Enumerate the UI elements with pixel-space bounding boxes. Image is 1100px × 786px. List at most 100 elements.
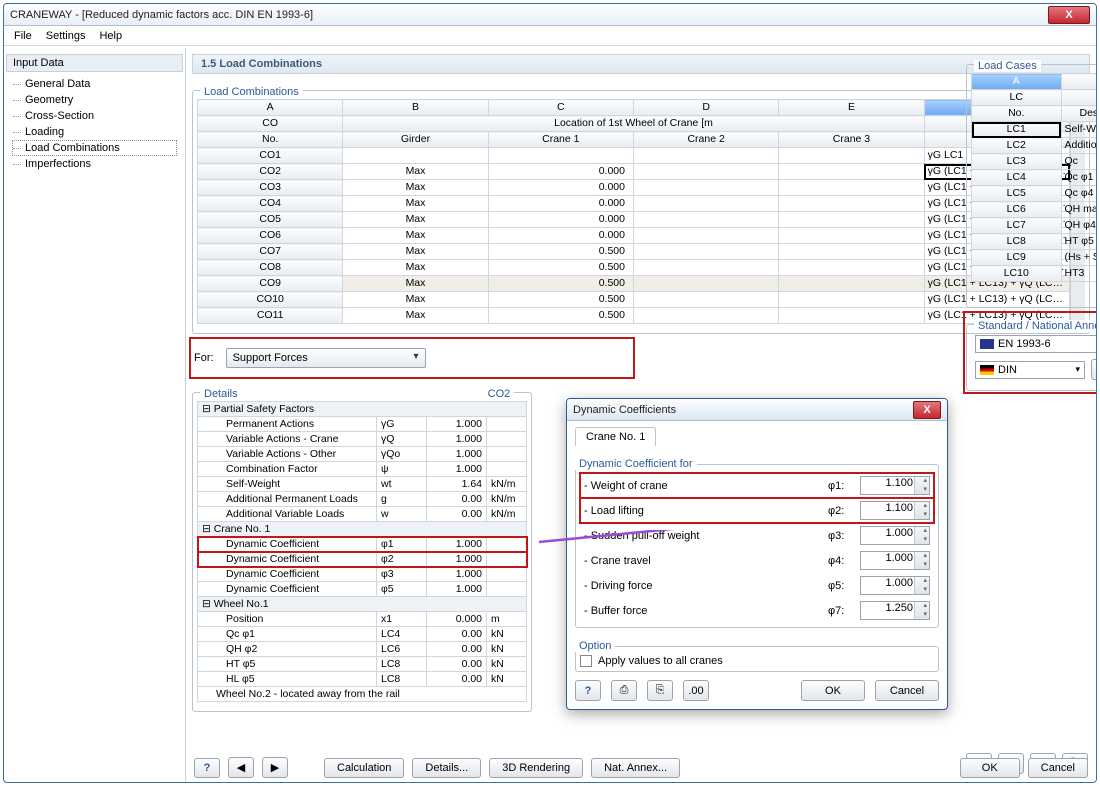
table-row[interactable]: LC1Self-Weight + Additional Permanent Lo… (972, 122, 1098, 138)
nav-item-geometry[interactable]: Geometry (12, 92, 177, 108)
load-combinations-title: Load Combinations (200, 86, 303, 98)
table-row[interactable]: CO2Max0.000γG (LC1 + LC4) + γQ (LC6 + LC… (198, 164, 1070, 180)
menu-file[interactable]: File (14, 30, 32, 42)
coef-spinner[interactable]: 1.000 (860, 526, 930, 545)
standard-combo[interactable]: EN 1993-6 (975, 335, 1097, 353)
table-row[interactable]: CO5Max0.000γG (LC1 + LC5) + γQ (LC7 + LC… (198, 212, 1070, 228)
coef-spinner[interactable]: 1.000 (860, 576, 930, 595)
details-title: DetailsCO2 (200, 388, 514, 400)
load-cases-title: Load Cases (974, 60, 1041, 72)
load-combinations-group: Load Combinations ABCDEFCOLocation of 1s… (192, 80, 1090, 334)
coef-row: - Sudden pull-off weightφ3:1.000 (580, 523, 934, 548)
table-row[interactable]: Dynamic Coefficientφ21.000 (198, 552, 527, 567)
dialog-cancel-button[interactable]: Cancel (875, 680, 939, 701)
table-row[interactable]: CO9Max0.500γG (LC1 + LC13) + γQ (LC15 + … (198, 276, 1070, 292)
load-cases-table[interactable]: ABLCNo.DescriptionLC1Self-Weight + Addit… (971, 73, 1097, 282)
tab-crane-1[interactable]: Crane No. 1 (575, 427, 656, 446)
table-row[interactable]: LC8HT φ5 + HL φ5 (972, 234, 1098, 250)
nav-item-imperfections[interactable]: Imperfections (12, 156, 177, 172)
window-title: CRANEWAY - [Reduced dynamic factors acc.… (10, 9, 1048, 21)
dialog-ok-button[interactable]: OK (801, 680, 865, 701)
next-button[interactable]: ▶ (262, 757, 288, 778)
section-title: 1.5 Load Combinations (192, 54, 1090, 74)
table-row[interactable]: LC7QH φ4 (972, 218, 1098, 234)
table-row[interactable]: CO7Max0.500γG (LC1 + LC12) + γQ (LC14 + … (198, 244, 1070, 260)
table-row[interactable]: LC3Qc (972, 154, 1098, 170)
titlebar: CRANEWAY - [Reduced dynamic factors acc.… (4, 4, 1096, 26)
table-row[interactable]: CO11Max0.500γG (LC1 + LC13) + γQ (LC15 +… (198, 308, 1070, 324)
table-row[interactable]: Variable Actions - OtherγQo1.000 (198, 447, 527, 462)
table-row[interactable]: Self-Weightwt1.64kN/m (198, 477, 527, 492)
ok-button[interactable]: OK (960, 758, 1020, 778)
nat-annex-button[interactable]: Nat. Annex... (591, 758, 680, 778)
details-table[interactable]: ⊟ Partial Safety FactorsPermanent Action… (197, 401, 527, 702)
coef-row: - Weight of craneφ1:1.100 (580, 473, 934, 498)
dialog-tool2-icon[interactable]: ⎘ (647, 680, 673, 701)
calculation-button[interactable]: Calculation (324, 758, 404, 778)
3d-rendering-button[interactable]: 3D Rendering (489, 758, 583, 778)
national-annex-title: Standard / National Annex (NA) (974, 320, 1097, 332)
menu-help[interactable]: Help (99, 30, 122, 42)
table-row[interactable]: Combination Factorψ1.000 (198, 462, 527, 477)
table-row[interactable]: QH φ2LC60.00kN (198, 642, 527, 657)
table-row[interactable]: LC6QH max(φ2, φ3) (972, 202, 1098, 218)
coef-row: - Driving forceφ5:1.000 (580, 573, 934, 598)
dynamic-coefficient-group-title: Dynamic Coefficient for (575, 458, 697, 470)
nav-item-cross-section[interactable]: Cross-Section (12, 108, 177, 124)
dynamic-coefficients-dialog: Dynamic Coefficients X Crane No. 1 Dynam… (566, 398, 948, 710)
coef-spinner[interactable]: 1.000 (860, 551, 930, 570)
table-row[interactable]: HT φ5LC80.00kN (198, 657, 527, 672)
for-combo[interactable]: Support Forces (226, 348, 426, 368)
table-row[interactable]: CO6Max0.000γG (LC1 + LC5) + γQ (LC7 + LC… (198, 228, 1070, 244)
table-row[interactable]: CO1γG LC1 (198, 148, 1070, 164)
nav-tree: General DataGeometryCross-SectionLoading… (6, 76, 183, 172)
coef-spinner[interactable]: 1.250 (860, 601, 930, 620)
for-selector-row: For: Support Forces (192, 340, 632, 376)
table-row[interactable]: CO10Max0.500γG (LC1 + LC13) + γQ (LC15 +… (198, 292, 1070, 308)
dialog-tool3-icon[interactable]: .00 (683, 680, 709, 701)
table-row[interactable]: Dynamic Coefficientφ11.000 (198, 537, 527, 552)
dialog-title: Dynamic Coefficients (573, 404, 913, 416)
load-combinations-table[interactable]: ABCDEFCOLocation of 1st Wheel of Crane [… (197, 99, 1070, 324)
close-button[interactable]: X (1048, 6, 1090, 24)
nav-item-load-combinations[interactable]: Load Combinations (12, 140, 177, 156)
dialog-help-button[interactable] (575, 680, 601, 701)
dialog-tool1-icon[interactable]: ⎙ (611, 680, 637, 701)
table-row[interactable]: CO3Max0.000γG (LC1 + LC3) + γQ LC8 + γQo… (198, 180, 1070, 196)
nav-item-loading[interactable]: Loading (12, 124, 177, 140)
table-row[interactable]: Qc φ1LC40.00kN (198, 627, 527, 642)
table-row[interactable]: LC4Qc φ1 (972, 170, 1098, 186)
coef-spinner[interactable]: 1.100 (860, 501, 930, 520)
apply-all-checkbox[interactable]: Apply values to all cranes (580, 655, 723, 667)
for-label: For: (194, 352, 214, 364)
table-row[interactable]: Positionx10.000m (198, 612, 527, 627)
table-row[interactable]: CO8Max0.500γG (LC1 + LC11) + γQ LC16 + γ… (198, 260, 1070, 276)
table-row[interactable]: LC5Qc φ4 (972, 186, 1098, 202)
table-row[interactable]: LC2Additional Variable Loads (972, 138, 1098, 154)
table-row[interactable]: LC9(Hs + S) (972, 250, 1098, 266)
table-row[interactable]: Additional Permanent Loadsg0.00kN/m (198, 492, 527, 507)
input-data-title: Input Data (6, 54, 183, 72)
option-group-title: Option (575, 640, 615, 652)
details-button[interactable]: Details... (412, 758, 481, 778)
dialog-close-button[interactable]: X (913, 401, 941, 419)
table-row[interactable]: HL φ5LC80.00kN (198, 672, 527, 687)
load-cases-group: Load Cases ABLCNo.DescriptionLC1Self-Wei… (966, 54, 1097, 308)
national-combo[interactable]: DIN (975, 361, 1085, 379)
cancel-button[interactable]: Cancel (1028, 758, 1088, 778)
annex-open-icon[interactable]: 📂 (1091, 359, 1097, 380)
table-row[interactable]: Dynamic Coefficientφ31.000 (198, 567, 527, 582)
menubar: File Settings Help (4, 26, 1096, 46)
table-row[interactable]: Dynamic Coefficientφ51.000 (198, 582, 527, 597)
table-row[interactable]: CO4Max0.000γG (LC1 + LC5) + γQ (LC7 + LC… (198, 196, 1070, 212)
nav-item-general-data[interactable]: General Data (12, 76, 177, 92)
table-row[interactable]: Variable Actions - CraneγQ1.000 (198, 432, 527, 447)
table-row[interactable]: Additional Variable Loadsw0.00kN/m (198, 507, 527, 522)
help-button[interactable] (194, 758, 220, 778)
coef-row: - Crane travelφ4:1.000 (580, 548, 934, 573)
table-row[interactable]: LC10HT3 (972, 266, 1098, 282)
table-row[interactable]: Permanent ActionsγG1.000 (198, 417, 527, 432)
prev-button[interactable]: ◀ (228, 757, 254, 778)
coef-spinner[interactable]: 1.100 (860, 476, 930, 495)
menu-settings[interactable]: Settings (46, 30, 86, 42)
